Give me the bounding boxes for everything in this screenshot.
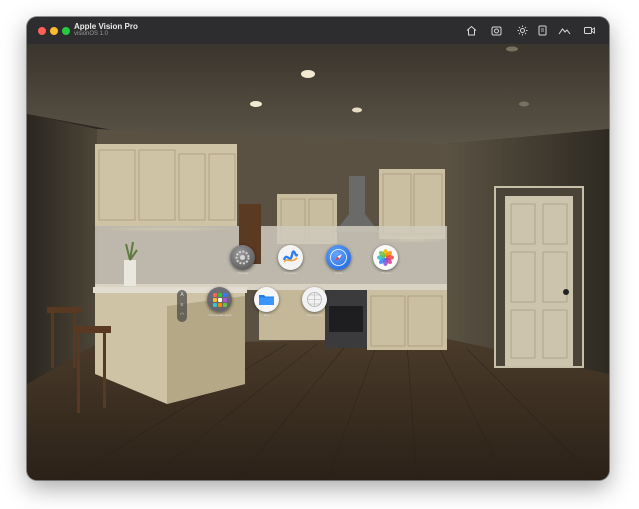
settings-icon[interactable]: [230, 245, 255, 270]
environments-icon[interactable]: ◠: [177, 310, 187, 320]
maximize-button[interactable]: [62, 27, 70, 35]
compatible-apps-icon[interactable]: [207, 287, 232, 312]
record-icon[interactable]: [583, 24, 596, 37]
app-label-settings: Settings: [237, 271, 249, 275]
immersive-scene[interactable]: Settings Freeform Safari Photos Compatib…: [27, 44, 609, 480]
app-label-safari: Safari: [335, 271, 343, 275]
title-bar: Apple Vision Pro visionOS 1.0: [27, 17, 609, 45]
app-label-photos: Photos: [381, 271, 391, 275]
minimize-button[interactable]: [50, 27, 58, 35]
app-label-compatible-apps: Compatible Apps: [208, 313, 232, 317]
safari-icon[interactable]: [326, 245, 351, 270]
people-icon[interactable]: A: [177, 290, 187, 300]
experience-icon[interactable]: [302, 287, 327, 312]
home-view-side-controls: A ≡ ◠: [177, 290, 187, 322]
close-button[interactable]: [38, 27, 46, 35]
photos-icon[interactable]: [373, 245, 398, 270]
freeform-icon[interactable]: [278, 245, 303, 270]
home-icon[interactable]: [465, 24, 478, 37]
files-icon[interactable]: [254, 287, 279, 312]
app-label-files: Files: [263, 313, 271, 317]
window-title: Apple Vision Pro: [74, 22, 138, 31]
app-label-experience: Experience: [307, 313, 323, 317]
kitchen-environment: [27, 44, 609, 480]
simulator-window: Apple Vision Pro visionOS 1.0 Settings F…: [27, 17, 609, 480]
device-icon[interactable]: [536, 24, 549, 37]
environment-icon[interactable]: [558, 24, 571, 37]
apps-icon[interactable]: ≡: [177, 300, 187, 310]
app-label-freeform: Freeform: [284, 271, 298, 275]
brightness-icon[interactable]: [516, 24, 529, 37]
window-subtitle: visionOS 1.0: [74, 31, 109, 37]
screenshot-icon[interactable]: [490, 24, 503, 37]
